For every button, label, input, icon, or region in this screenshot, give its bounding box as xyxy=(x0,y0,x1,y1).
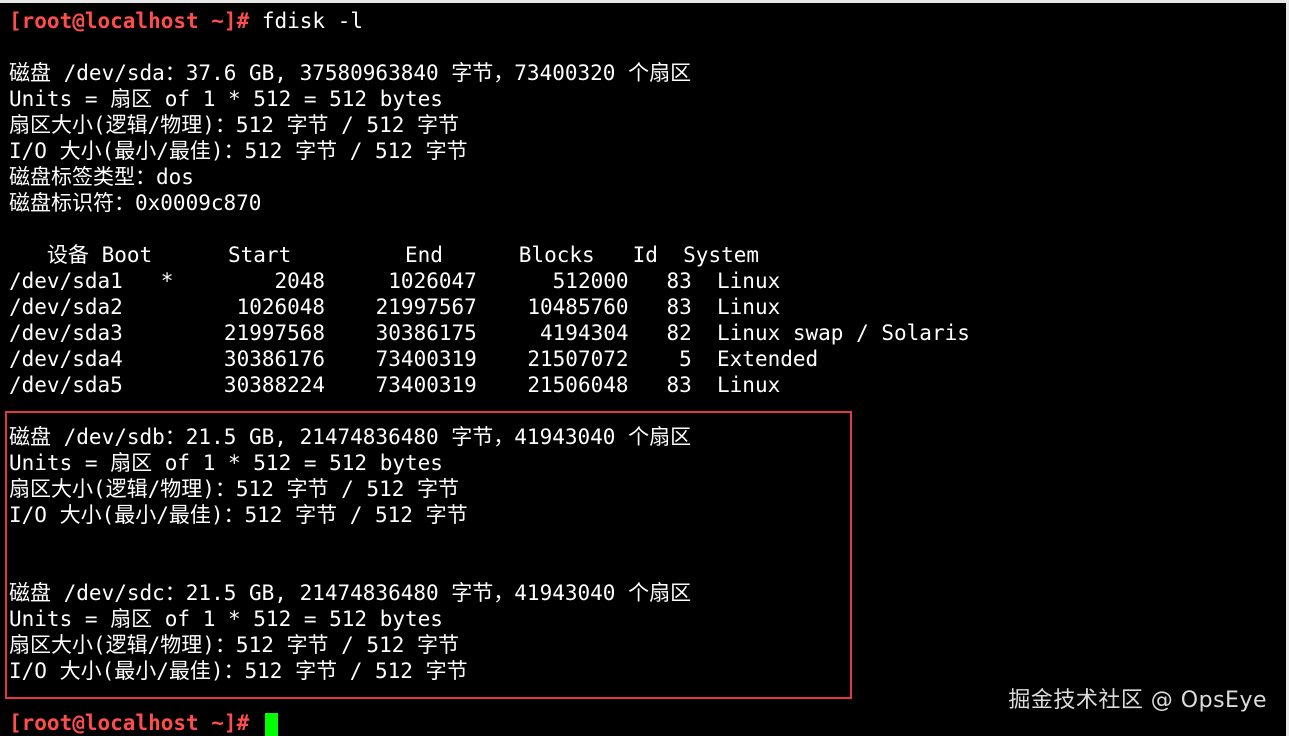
sdc-units: Units = 扇区 of 1 * 512 = 512 bytes xyxy=(9,607,443,631)
partition-table-header: 设备 Boot Start End Blocks Id System xyxy=(9,243,760,267)
partition-row: /dev/sda3 21997568 30386175 4194304 82 L… xyxy=(9,321,970,345)
terminal-output[interactable]: [root@localhost ~]# fdisk -l 磁盘 /dev/sda… xyxy=(9,8,1279,736)
window-top-border xyxy=(0,0,1289,3)
sdb-io-size: I/O 大小(最小/最佳)：512 字节 / 512 字节 xyxy=(9,503,468,527)
terminal-cursor xyxy=(264,712,278,736)
sdb-header: 磁盘 /dev/sdb：21.5 GB, 21474836480 字节，4194… xyxy=(9,425,692,449)
sda-io-size: I/O 大小(最小/最佳)：512 字节 / 512 字节 xyxy=(9,139,468,163)
sdc-io-size: I/O 大小(最小/最佳)：512 字节 / 512 字节 xyxy=(9,659,468,683)
partition-row: /dev/sda4 30386176 73400319 21507072 5 E… xyxy=(9,347,819,371)
sda-label-type: 磁盘标签类型：dos xyxy=(9,165,194,189)
sda-sector-size: 扇区大小(逻辑/物理)：512 字节 / 512 字节 xyxy=(9,113,460,137)
watermark: 掘金技术社区 @ OpsEye xyxy=(1008,688,1267,713)
sdb-units: Units = 扇区 of 1 * 512 = 512 bytes xyxy=(9,451,443,475)
sdc-sector-size: 扇区大小(逻辑/物理)：512 字节 / 512 字节 xyxy=(9,633,460,657)
partition-row: /dev/sda2 1026048 21997567 10485760 83 L… xyxy=(9,295,781,319)
sda-units: Units = 扇区 of 1 * 512 = 512 bytes xyxy=(9,87,443,111)
shell-prompt: [root@localhost ~]# xyxy=(9,711,250,735)
sda-header: 磁盘 /dev/sda：37.6 GB, 37580963840 字节，7340… xyxy=(9,61,692,85)
sda-identifier: 磁盘标识符：0x0009c870 xyxy=(9,191,262,215)
partition-row: /dev/sda5 30388224 73400319 21506048 83 … xyxy=(9,373,781,397)
command-text: fdisk -l xyxy=(249,9,364,33)
shell-prompt: [root@localhost ~]# xyxy=(9,9,250,33)
sdc-header: 磁盘 /dev/sdc：21.5 GB, 21474836480 字节，4194… xyxy=(9,581,692,605)
sdb-sector-size: 扇区大小(逻辑/物理)：512 字节 / 512 字节 xyxy=(9,477,460,501)
command-line: [root@localhost ~]# fdisk -l xyxy=(9,8,1279,34)
partition-row: /dev/sda1 * 2048 1026047 512000 83 Linux xyxy=(9,269,781,293)
